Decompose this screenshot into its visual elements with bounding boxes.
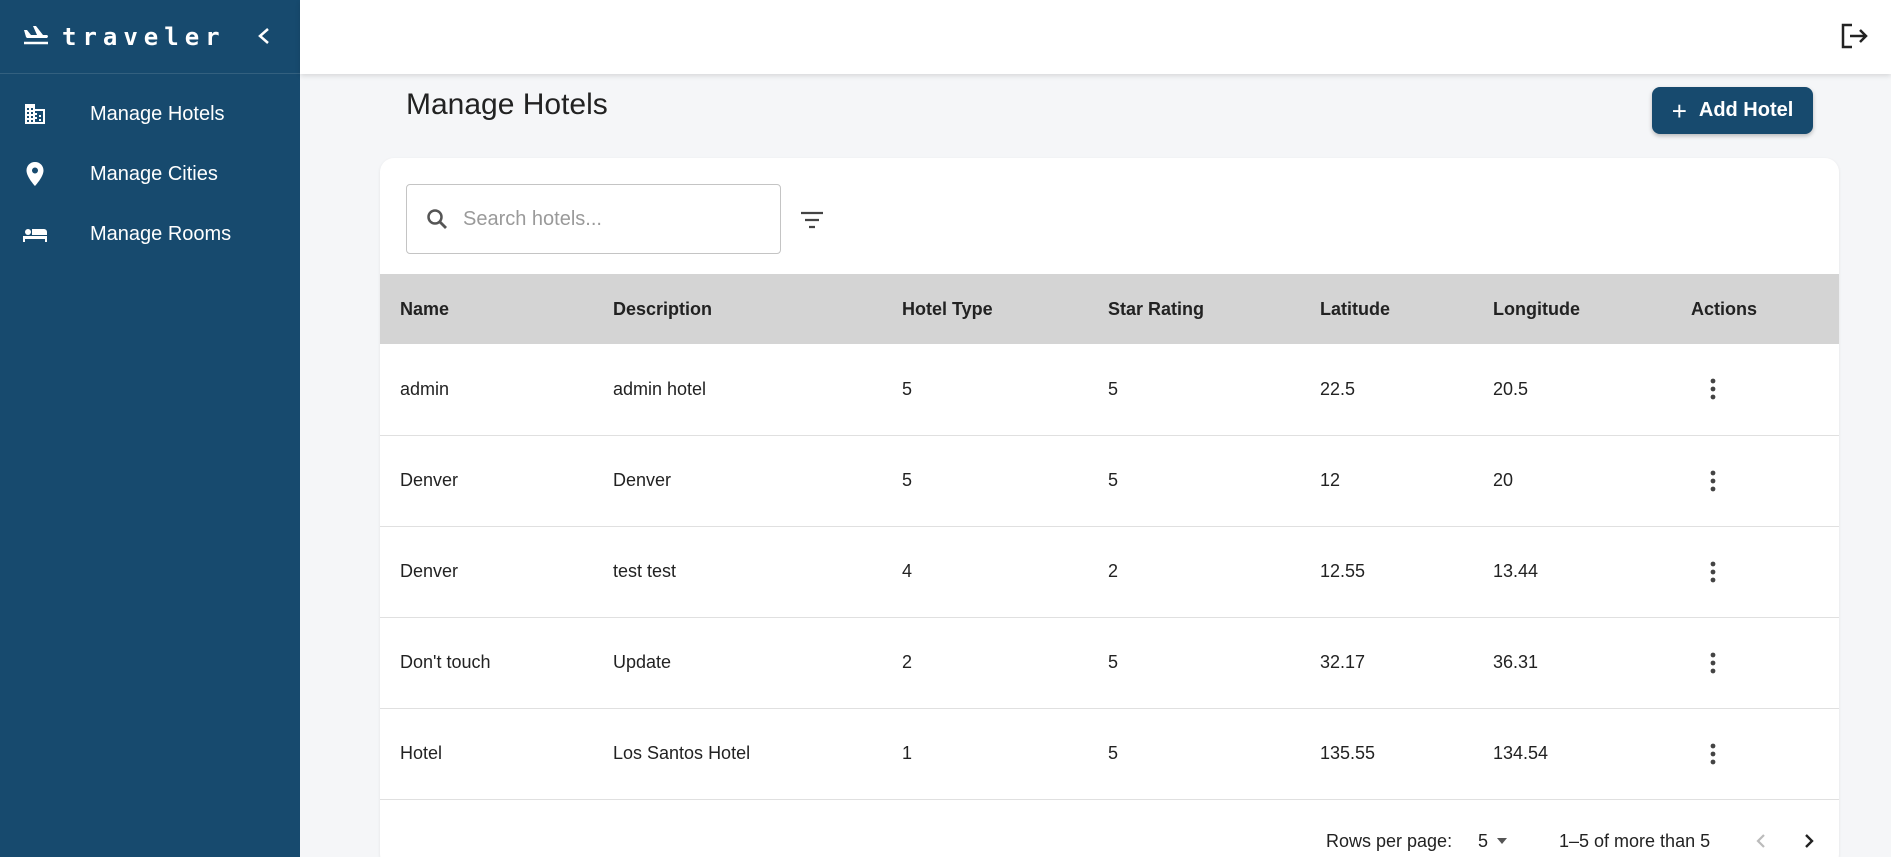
cell-name: Denver [400, 470, 459, 490]
cell-star-rating: 5 [1108, 378, 1119, 399]
pagination-range: 1–5 of more than 5 [1559, 830, 1711, 851]
column-header-description[interactable]: Description [593, 274, 882, 344]
sidebar-item-manage-rooms[interactable]: Manage Rooms [0, 204, 300, 264]
cell-name: Denver [400, 561, 459, 581]
more-vertical-icon [1710, 743, 1716, 764]
rows-per-page-value: 5 [1478, 830, 1489, 851]
sidebar: traveler Manage Hotels Manage Cities Man… [0, 0, 300, 857]
cell-description: Update [613, 652, 672, 672]
cell-hotel-type: 5 [902, 470, 913, 490]
column-header-hotel-type[interactable]: Hotel Type [882, 274, 1088, 344]
table-row: Denver Denver 5 5 12 20 [380, 435, 1839, 526]
column-header-longitude[interactable]: Longitude [1473, 274, 1671, 344]
hotels-table: Name Description Hotel Type Star Rating … [380, 274, 1839, 800]
row-actions-button[interactable] [1693, 552, 1733, 592]
cell-hotel-type: 1 [902, 743, 913, 763]
chevron-right-icon [1805, 834, 1814, 848]
cell-name: Hotel [400, 743, 443, 763]
cell-star-rating: 5 [1108, 470, 1119, 490]
chevron-left-icon [258, 28, 269, 44]
table-pagination: Rows per page: 5 1–5 of more than 5 [380, 814, 1839, 857]
logout-button[interactable] [1837, 19, 1871, 53]
table-row: Don't touch Update 2 5 32.17 36.31 [380, 617, 1839, 708]
filter-button[interactable] [796, 204, 828, 236]
cell-star-rating: 5 [1108, 652, 1119, 672]
cell-actions [1671, 526, 1839, 617]
sidebar-nav: Manage Hotels Manage Cities Manage Rooms [0, 74, 300, 264]
location-pin-icon [22, 161, 48, 187]
column-header-star-rating[interactable]: Star Rating [1088, 274, 1300, 344]
cell-actions [1671, 708, 1839, 799]
cell-description: admin hotel [613, 378, 707, 399]
brand-header: traveler [0, 0, 300, 74]
cell-longitude: 13.44 [1493, 561, 1539, 581]
top-bar [300, 0, 1891, 74]
search-field[interactable] [406, 184, 781, 254]
page-title: Manage Hotels [406, 88, 608, 121]
cell-latitude: 135.55 [1320, 743, 1376, 763]
cell-hotel-type: 5 [902, 378, 913, 399]
cell-latitude: 32.17 [1320, 652, 1366, 672]
more-vertical-icon [1710, 561, 1716, 582]
table-row: Denver test test 4 2 12.55 13.44 [380, 526, 1839, 617]
logout-icon [1841, 23, 1868, 49]
sidebar-item-manage-hotels[interactable]: Manage Hotels [0, 84, 300, 144]
cell-actions [1671, 435, 1839, 526]
cell-actions [1671, 344, 1839, 435]
hotels-card: Name Description Hotel Type Star Rating … [380, 158, 1839, 857]
row-actions-button[interactable] [1693, 734, 1733, 774]
filter-icon [801, 211, 823, 229]
search-input[interactable] [463, 207, 763, 231]
more-vertical-icon [1710, 470, 1716, 491]
airplane-icon [22, 25, 50, 49]
column-header-actions: Actions [1691, 298, 1758, 319]
row-actions-button[interactable] [1693, 643, 1733, 683]
cell-name: Don't touch [400, 652, 491, 672]
chevron-left-icon [1756, 834, 1765, 848]
cell-latitude: 12.55 [1320, 561, 1366, 581]
table-row: Hotel Los Santos Hotel 1 5 135.55 134.54 [380, 708, 1839, 799]
sidebar-item-label: Manage Hotels [90, 102, 225, 125]
cell-longitude: 134.54 [1493, 743, 1549, 763]
collapse-sidebar-button[interactable] [250, 22, 278, 50]
cell-star-rating: 2 [1108, 561, 1119, 581]
row-actions-button[interactable] [1693, 369, 1733, 409]
row-actions-button[interactable] [1693, 461, 1733, 501]
cell-description: test test [613, 561, 677, 581]
cell-description: Denver [613, 470, 672, 490]
column-header-name[interactable]: Name [380, 274, 593, 344]
plus-icon: + [1671, 95, 1687, 126]
building-icon [22, 101, 48, 127]
bed-icon [22, 221, 48, 247]
cell-latitude: 22.5 [1320, 378, 1356, 399]
caret-down-icon [1497, 838, 1508, 844]
add-hotel-label: Add Hotel [1698, 99, 1794, 121]
cell-star-rating: 5 [1108, 743, 1119, 763]
rows-per-page-label: Rows per page: [1326, 830, 1453, 851]
cell-name: admin [400, 378, 450, 399]
cell-longitude: 20 [1493, 470, 1514, 490]
search-icon [427, 209, 447, 229]
rows-per-page-select[interactable]: 5 [1478, 831, 1508, 852]
more-vertical-icon [1710, 378, 1716, 400]
sidebar-item-manage-cities[interactable]: Manage Cities [0, 144, 300, 204]
cell-description: Los Santos Hotel [613, 743, 751, 763]
cell-actions [1671, 617, 1839, 708]
cell-latitude: 12 [1320, 470, 1341, 490]
previous-page-button[interactable] [1747, 827, 1775, 855]
cell-longitude: 36.31 [1493, 652, 1539, 672]
table-header-row: Name Description Hotel Type Star Rating … [380, 274, 1839, 344]
brand-name: traveler [62, 22, 226, 51]
more-vertical-icon [1710, 652, 1716, 673]
cell-longitude: 20.5 [1493, 378, 1529, 399]
table-row: admin admin hotel 5 5 22.5 20.5 [380, 344, 1839, 435]
column-header-latitude[interactable]: Latitude [1300, 274, 1473, 344]
cell-hotel-type: 2 [902, 652, 913, 672]
sidebar-item-label: Manage Cities [90, 162, 218, 185]
add-hotel-button[interactable]: + Add Hotel [1652, 87, 1813, 134]
cell-hotel-type: 4 [902, 561, 913, 581]
sidebar-item-label: Manage Rooms [90, 222, 232, 245]
next-page-button[interactable] [1795, 827, 1823, 855]
